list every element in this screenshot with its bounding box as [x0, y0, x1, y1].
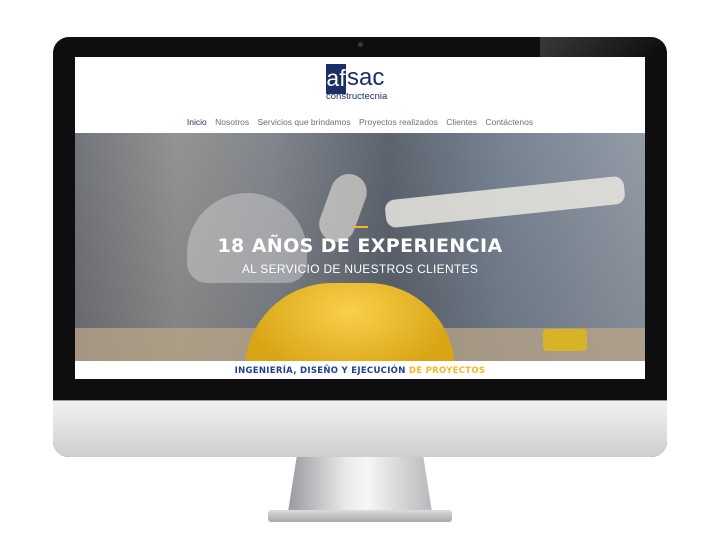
- nav-item-inicio[interactable]: Inicio: [187, 117, 207, 127]
- logo-name: sac: [347, 64, 385, 91]
- blueprint-sheet: [384, 175, 626, 229]
- nav-item-clientes[interactable]: Clientes: [446, 117, 477, 127]
- main-nav: Inicio Nosotros Servicios que brindamos …: [75, 117, 645, 127]
- services-tagline: INGENIERÍA, DISEÑO Y EJECUCIÓN DE PROYEC…: [75, 366, 645, 376]
- logo-subtitle: constructecnia: [326, 91, 388, 102]
- title-accent-line: [354, 226, 368, 228]
- logo-mark: af: [326, 64, 346, 94]
- nav-item-contactenos[interactable]: Contáctenos: [485, 117, 533, 127]
- nav-item-servicios[interactable]: Servicios que brindamos: [258, 117, 351, 127]
- hero-banner: 18 AÑOS DE EXPERIENCIA AL SERVICIO DE NU…: [75, 133, 645, 361]
- monitor-stand-base: [268, 510, 452, 522]
- monitor-stand: [288, 457, 432, 512]
- website-screen: af sac constructecnia Inicio Nosotros Se…: [75, 57, 645, 379]
- yellow-helmet: [245, 283, 455, 361]
- webcam-icon: [358, 42, 363, 47]
- tape-measure: [543, 329, 587, 351]
- nav-item-nosotros[interactable]: Nosotros: [215, 117, 249, 127]
- chin-divider: [53, 400, 667, 401]
- hero-title: 18 AÑOS DE EXPERIENCIA: [217, 235, 503, 257]
- nav-item-proyectos[interactable]: Proyectos realizados: [359, 117, 438, 127]
- hero-subtitle: AL SERVICIO DE NUESTROS CLIENTES: [241, 262, 479, 276]
- tagline-main: INGENIERÍA, DISEÑO Y EJECUCIÓN: [234, 366, 406, 376]
- monitor-chin: [53, 400, 667, 457]
- tagline-highlight: DE PROYECTOS: [408, 366, 486, 376]
